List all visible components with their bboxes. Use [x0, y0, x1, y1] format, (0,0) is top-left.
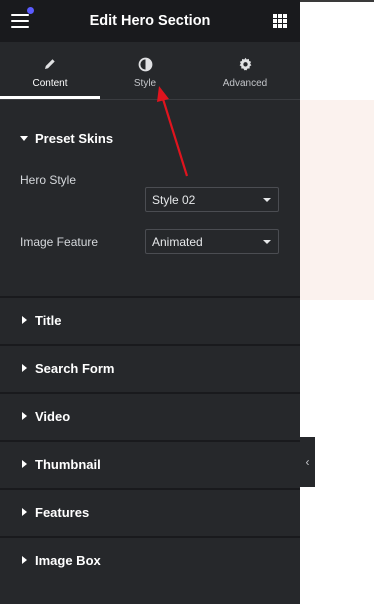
- hamburger-icon[interactable]: [11, 14, 29, 28]
- image-feature-label: Image Feature: [20, 235, 99, 249]
- dropdown-arrow-icon: [263, 240, 271, 244]
- pencil-icon: [43, 56, 57, 72]
- section-preset-skins-header[interactable]: Preset Skins: [20, 131, 113, 146]
- caret-right-icon: [22, 412, 27, 420]
- dropdown-arrow-icon: [263, 198, 271, 202]
- tab-content[interactable]: Content: [0, 42, 100, 99]
- caret-right-icon: [22, 556, 27, 564]
- section-image-box-header[interactable]: Image Box: [0, 536, 300, 582]
- caret-right-icon: [22, 508, 27, 516]
- caret-down-icon: [20, 136, 28, 141]
- image-feature-select[interactable]: Animated: [145, 229, 279, 254]
- section-features-header[interactable]: Features: [0, 488, 300, 534]
- panel-header: Edit Hero Section: [0, 0, 300, 42]
- tab-content-label: Content: [32, 78, 68, 89]
- collapse-panel-button[interactable]: ‹: [300, 437, 315, 487]
- section-label: Search Form: [35, 360, 115, 376]
- canvas-hero-preview: [300, 100, 374, 300]
- hero-style-label: Hero Style: [20, 173, 77, 187]
- canvas-top-border: [300, 0, 374, 2]
- editor-panel: Edit Hero Section Content Style Advanced: [0, 0, 300, 604]
- caret-right-icon: [22, 316, 27, 324]
- notification-dot: [27, 7, 34, 14]
- tab-advanced-label: Advanced: [222, 78, 268, 89]
- image-feature-value: Animated: [152, 234, 203, 249]
- panel-title: Edit Hero Section: [89, 13, 211, 29]
- section-video-header[interactable]: Video: [0, 392, 300, 438]
- caret-right-icon: [22, 460, 27, 468]
- tab-style-label: Style: [133, 78, 157, 89]
- tab-advanced[interactable]: Advanced: [195, 42, 295, 99]
- panel-tabs: Content Style Advanced: [0, 42, 300, 100]
- grid-icon[interactable]: [273, 14, 287, 28]
- section-label: Image Box: [35, 552, 101, 568]
- hero-style-select[interactable]: Style 02: [145, 187, 279, 212]
- section-label: Title: [35, 312, 62, 328]
- section-label: Video: [35, 408, 71, 424]
- contrast-icon: [138, 56, 153, 72]
- section-search-form-header[interactable]: Search Form: [0, 344, 300, 390]
- caret-right-icon: [22, 364, 27, 372]
- section-title-header[interactable]: Title: [0, 296, 300, 342]
- hero-style-value: Style 02: [152, 192, 196, 207]
- gear-icon: [238, 56, 253, 72]
- section-label: Features: [35, 504, 90, 520]
- section-thumbnail-header[interactable]: Thumbnail: [0, 440, 300, 486]
- tab-style[interactable]: Style: [95, 42, 195, 99]
- chevron-left-icon: ‹: [305, 455, 310, 469]
- section-title: Preset Skins: [35, 131, 114, 146]
- section-label: Thumbnail: [35, 456, 101, 472]
